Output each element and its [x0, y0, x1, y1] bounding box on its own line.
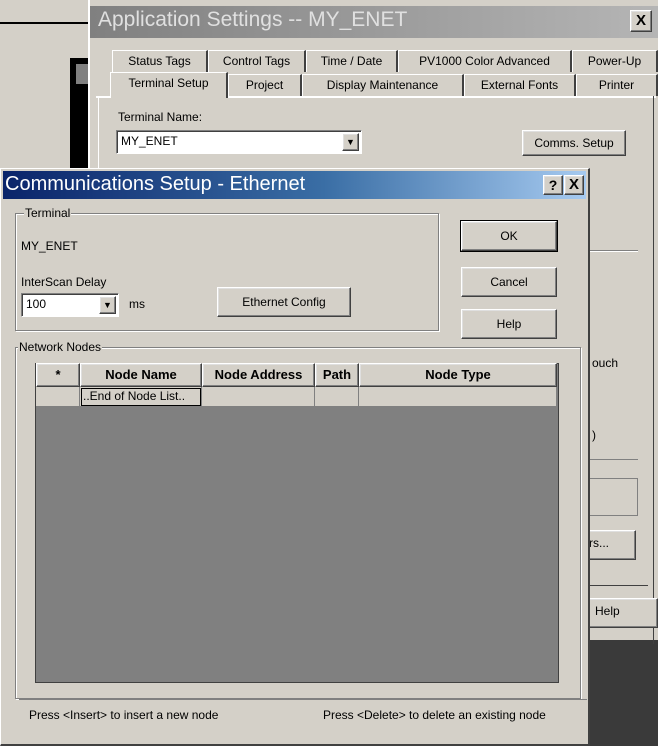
column-header-node-type[interactable]: Node Type [359, 363, 557, 387]
app-divider [586, 585, 648, 586]
tab-terminal-setup[interactable]: Terminal Setup [110, 72, 228, 98]
chevron-down-icon[interactable]: ▼ [342, 133, 359, 151]
comms-setup-button[interactable]: Comms. Setup [522, 130, 626, 156]
path-cell[interactable] [315, 387, 359, 407]
background-divider [0, 22, 90, 24]
app-partial-paren: ) [592, 428, 596, 442]
interscan-delay-value: 100 [26, 297, 47, 311]
help-question-button[interactable]: ? [543, 175, 563, 195]
app-partial-button[interactable]: rs... [586, 530, 636, 560]
table-row-marker-cell[interactable] [36, 387, 80, 407]
app-partial-touch-label: ouch [592, 356, 619, 370]
node-name-cell[interactable]: ..End of Node List.. [80, 387, 202, 407]
status-bar: Press <Insert> to insert a new node Pres… [19, 699, 587, 729]
column-header-node-name[interactable]: Node Name [80, 363, 202, 387]
comms-dialog-title: Communications Setup - Ethernet [5, 173, 306, 195]
network-nodes-grid[interactable]: * Node Name Node Address Path Node Type … [35, 363, 559, 683]
status-delete-hint: Press <Delete> to delete an existing nod… [323, 708, 546, 722]
app-help-button[interactable]: Help [586, 598, 658, 628]
node-type-cell[interactable] [359, 387, 557, 407]
network-nodes-label: Network Nodes [18, 340, 103, 354]
interscan-delay-label: InterScan Delay [21, 275, 107, 289]
comms-close-button[interactable]: X [564, 175, 584, 195]
grid-frame [35, 363, 559, 683]
tab-control-tags[interactable]: Control Tags [208, 50, 306, 72]
terminal-value: MY_ENET [21, 239, 78, 253]
tab-external-fonts[interactable]: External Fonts [464, 74, 576, 96]
app-partial-field[interactable] [586, 478, 638, 516]
tab-display-maintenance[interactable]: Display Maintenance [302, 74, 464, 96]
ethernet-config-button[interactable]: Ethernet Config [217, 287, 351, 317]
terminal-name-combo[interactable]: MY_ENET ▼ [116, 130, 362, 154]
close-icon: X [568, 176, 579, 193]
tab-project[interactable]: Project [228, 74, 302, 96]
comms-dialog-titlebar[interactable]: Communications Setup - Ethernet ? X [3, 171, 586, 199]
status-insert-hint: Press <Insert> to insert a new node [29, 708, 219, 722]
tab-time-date[interactable]: Time / Date [306, 50, 398, 72]
communications-setup-dialog: Communications Setup - Ethernet ? X Term… [0, 168, 590, 746]
close-icon: X [635, 12, 646, 29]
ok-button[interactable]: OK [460, 220, 558, 252]
help-button[interactable]: Help [461, 309, 557, 339]
tab-printer[interactable]: Printer [576, 74, 658, 96]
app-settings-titlebar[interactable]: Application Settings -- MY_ENET X [90, 6, 658, 38]
app-settings-title: Application Settings -- MY_ENET [98, 8, 408, 31]
terminal-group-label: Terminal [24, 206, 72, 220]
interscan-unit-label: ms [129, 297, 145, 311]
interscan-delay-select[interactable]: 100 ▼ [21, 293, 119, 317]
app-settings-close-button[interactable]: X [630, 10, 652, 32]
cancel-button[interactable]: Cancel [461, 267, 557, 297]
column-header-node-address[interactable]: Node Address [202, 363, 315, 387]
terminal-name-label: Terminal Name: [118, 110, 203, 124]
chevron-down-icon[interactable]: ▼ [99, 296, 116, 314]
tab-status-tags[interactable]: Status Tags [112, 50, 208, 72]
tab-power-up[interactable]: Power-Up [572, 50, 658, 72]
column-header-marker[interactable]: * [36, 363, 80, 387]
tab-pv1000-color-advanced[interactable]: PV1000 Color Advanced [398, 50, 572, 72]
node-address-cell[interactable] [202, 387, 315, 407]
question-icon: ? [548, 177, 558, 193]
terminal-name-value: MY_ENET [121, 134, 178, 148]
column-header-path[interactable]: Path [315, 363, 359, 387]
